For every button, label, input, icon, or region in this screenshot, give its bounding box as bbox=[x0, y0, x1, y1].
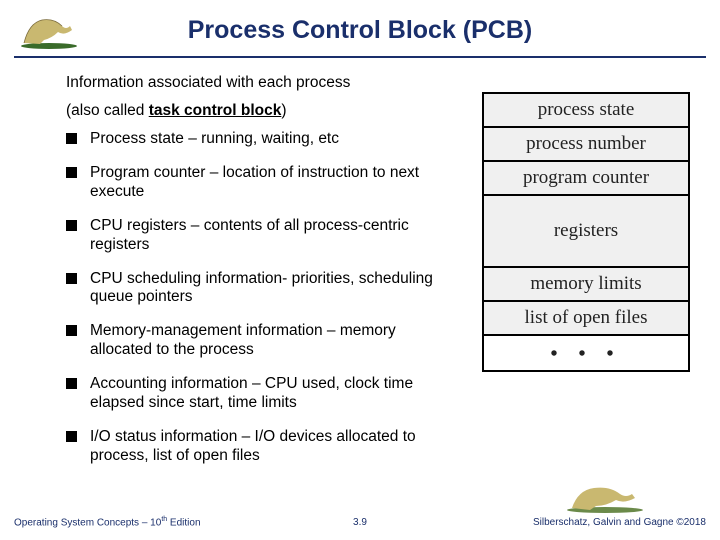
bullet-item: Process state – running, waiting, etc bbox=[66, 130, 436, 149]
diagram-row-process-state: process state bbox=[484, 94, 688, 128]
bullet-item: Accounting information – CPU used, clock… bbox=[66, 375, 436, 413]
diagram-row-process-number: process number bbox=[484, 128, 688, 162]
intro-prefix: (also called bbox=[66, 102, 149, 119]
slide: Process Control Block (PCB) Information … bbox=[0, 0, 720, 540]
bullet-item: CPU registers – contents of all process-… bbox=[66, 217, 436, 255]
bullet-item: Memory-management information – memory a… bbox=[66, 322, 436, 360]
diagram-row-open-files: list of open files bbox=[484, 302, 688, 336]
intro-suffix: ) bbox=[281, 102, 286, 119]
diagram-row-registers: registers bbox=[484, 196, 688, 268]
task-control-block-term: task control block bbox=[149, 102, 282, 119]
intro-line-2: (also called task control block) bbox=[66, 102, 287, 120]
diagram-row-program-counter: program counter bbox=[484, 162, 688, 196]
diagram-row-memory-limits: memory limits bbox=[484, 268, 688, 302]
title-divider bbox=[14, 56, 706, 58]
dinosaur-footer-icon bbox=[560, 478, 650, 514]
bullet-item: I/O status information – I/O devices all… bbox=[66, 428, 436, 466]
bullet-list: Process state – running, waiting, etc Pr… bbox=[66, 130, 436, 481]
bullet-item: CPU scheduling information- priorities, … bbox=[66, 270, 436, 308]
bullet-item: Program counter – location of instructio… bbox=[66, 164, 436, 202]
diagram-ellipsis: • • • bbox=[484, 336, 688, 370]
footer-copyright: Silberschatz, Galvin and Gagne ©2018 bbox=[533, 517, 706, 528]
page-title: Process Control Block (PCB) bbox=[0, 16, 720, 45]
intro-line-1: Information associated with each process bbox=[66, 74, 350, 92]
pcb-diagram: process state process number program cou… bbox=[482, 92, 690, 372]
